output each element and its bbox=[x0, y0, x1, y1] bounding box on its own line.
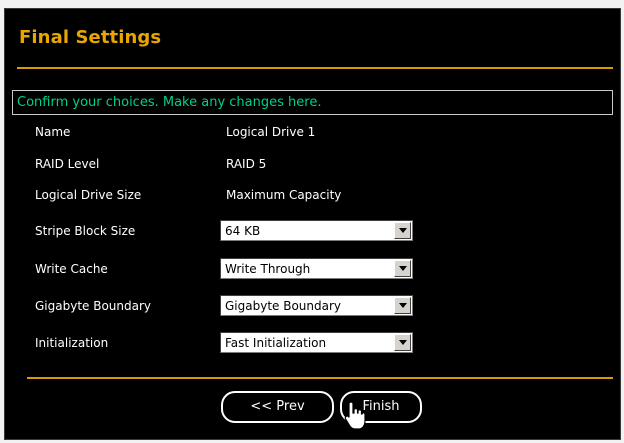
stripe-block-size-select[interactable]: 64 KB bbox=[220, 220, 413, 241]
chevron-down-icon[interactable] bbox=[394, 222, 411, 239]
confirm-message: Confirm your choices. Make any changes h… bbox=[17, 95, 322, 110]
raid-level-value: RAID 5 bbox=[226, 157, 267, 171]
chevron-down-icon[interactable] bbox=[394, 297, 411, 314]
chevron-down-icon[interactable] bbox=[394, 334, 411, 351]
write-cache-label: Write Cache bbox=[35, 262, 108, 276]
confirm-banner: Confirm your choices. Make any changes h… bbox=[12, 90, 613, 115]
chevron-down-icon[interactable] bbox=[394, 260, 411, 277]
drive-size-value: Maximum Capacity bbox=[226, 188, 342, 202]
initialization-selected: Fast Initialization bbox=[225, 336, 327, 350]
write-cache-select[interactable]: Write Through bbox=[220, 258, 413, 279]
page-title: Final Settings bbox=[19, 27, 162, 48]
stripe-block-size-label: Stripe Block Size bbox=[35, 224, 136, 238]
top-divider bbox=[17, 67, 613, 69]
prev-button[interactable]: << Prev bbox=[221, 391, 334, 423]
initialization-select[interactable]: Fast Initialization bbox=[220, 332, 413, 353]
gigabyte-boundary-select[interactable]: Gigabyte Boundary bbox=[220, 295, 413, 316]
gigabyte-boundary-label: Gigabyte Boundary bbox=[35, 299, 152, 313]
bottom-divider bbox=[27, 377, 613, 379]
write-cache-selected: Write Through bbox=[225, 262, 311, 276]
initialization-label: Initialization bbox=[35, 336, 109, 350]
raid-level-label: RAID Level bbox=[35, 157, 100, 171]
stripe-block-size-selected: 64 KB bbox=[225, 224, 261, 238]
drive-size-label: Logical Drive Size bbox=[35, 188, 142, 202]
name-label: Name bbox=[35, 125, 71, 139]
hand-pointer-icon bbox=[344, 401, 366, 430]
gigabyte-boundary-selected: Gigabyte Boundary bbox=[225, 299, 342, 313]
name-value: Logical Drive 1 bbox=[226, 125, 316, 139]
